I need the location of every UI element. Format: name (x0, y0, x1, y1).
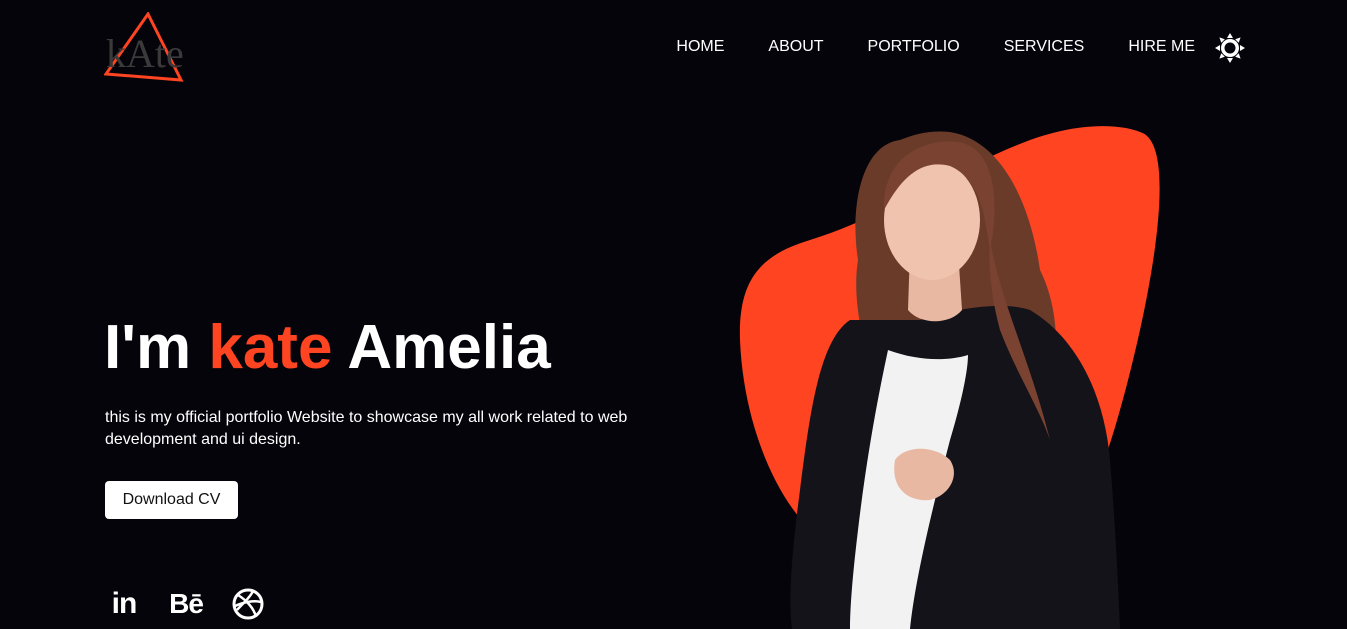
hero-title: I'm kate Amelia (104, 314, 551, 382)
nav-item-services[interactable]: SERVICES (1004, 38, 1085, 56)
sun-icon (1215, 33, 1245, 63)
logo[interactable]: kAte (104, 12, 196, 84)
nav-item-portfolio[interactable]: PORTFOLIO (868, 38, 960, 56)
theme-toggle-button[interactable] (1214, 32, 1246, 64)
hero-image (700, 110, 1200, 629)
nav-item-home[interactable]: HOME (676, 38, 724, 56)
hero-first-name: kate (208, 313, 333, 382)
dribbble-icon (232, 588, 264, 620)
main-nav: HOME ABOUT PORTFOLIO SERVICES HIRE ME (676, 38, 1195, 56)
linkedin-link[interactable]: in (107, 586, 141, 622)
logo-text: kAte (106, 31, 184, 76)
hero-greeting: I'm (104, 313, 192, 382)
behance-link[interactable]: Bē (169, 586, 204, 622)
behance-icon: Bē (169, 588, 204, 619)
hero-last-name: Amelia (347, 313, 551, 382)
hero-description: this is my official portfolio Website to… (105, 409, 628, 448)
nav-item-about[interactable]: ABOUT (768, 38, 823, 56)
social-links: in Bē (107, 586, 293, 622)
portrait-photo (739, 126, 1160, 629)
linkedin-icon: in (111, 587, 138, 620)
nav-item-hire-me[interactable]: HIRE ME (1128, 38, 1195, 56)
dribbble-link[interactable] (231, 586, 265, 622)
download-cv-button[interactable]: Download CV (105, 481, 238, 519)
